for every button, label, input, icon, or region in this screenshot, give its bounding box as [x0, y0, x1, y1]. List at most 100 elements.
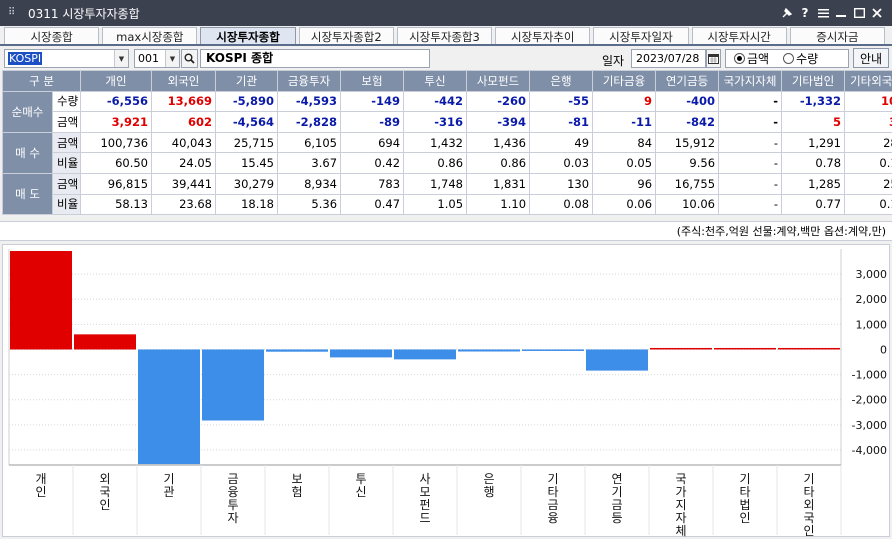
y-tick-label: 0 [880, 343, 887, 356]
x-tick-label: 개인 [35, 472, 46, 499]
tab-market-investor-trend[interactable]: 시장투자추이 [495, 27, 591, 45]
table-row: 매 수 금액 100,736 40,043 25,715 6,105 694 1,432 1,4… [2, 131, 892, 174]
tab-market-funds[interactable]: 증시자금 [789, 27, 885, 45]
bar-보험 [266, 349, 328, 352]
column-header: 투신 [403, 70, 468, 92]
table-cell: - [718, 131, 783, 154]
table-cell: -2,828 [277, 111, 342, 133]
tab-max-market-summary[interactable]: max시장종합 [102, 27, 198, 45]
radio-amount[interactable]: 금액 [734, 50, 769, 67]
x-tick-label: 외국인 [99, 472, 110, 512]
title-bar: ⠿ 0311 시장투자자종합 ? [0, 0, 892, 26]
help-icon[interactable]: ? [796, 4, 814, 22]
table-cell: -842 [655, 111, 720, 133]
chevron-down-icon[interactable]: ▼ [165, 50, 179, 67]
row-sub-label: 수량 [51, 90, 82, 113]
table-header-group: 구 분 [1, 70, 82, 92]
radio-quantity[interactable]: 수량 [783, 50, 818, 67]
bar-기타금융 [522, 349, 584, 351]
maximize-icon[interactable] [850, 4, 868, 22]
table-cell: 0.78 [781, 152, 846, 174]
table-cell: 10.06 [655, 193, 720, 216]
bar-국가지자체 [650, 347, 712, 350]
table-cell: 13,669 [151, 90, 217, 113]
pin-icon[interactable] [778, 4, 796, 22]
tab-market-investor-summary-3[interactable]: 시장투자종합3 [396, 27, 493, 45]
radio-amount-dot [734, 53, 745, 64]
row-sub-label: 금액 [51, 172, 82, 195]
chevron-down-icon[interactable]: ▼ [114, 50, 128, 67]
bar-연기금등 [586, 349, 648, 371]
y-tick-label: 1,000 [856, 318, 888, 331]
amount-quantity-toggle: 금액 수량 [725, 49, 849, 68]
table-cell: 58.13 [80, 193, 153, 216]
app-menu-icon[interactable]: ⠿ [8, 6, 22, 20]
guide-button[interactable]: 안내 [853, 48, 889, 68]
table-cell: - [718, 90, 783, 113]
toolbar: KOSPI ▼ 001 ▼ KOSPI 종합 일자 2023/07/28 금액 … [0, 47, 892, 69]
table-row: 매 도 금액 96,815 39,441 30,279 8,934 783 1,748 1,83… [2, 172, 892, 216]
unit-note: (주식:천주,억원 선물:계약,백만 옵션:계약,만) [0, 221, 892, 241]
date-input[interactable]: 2023/07/28 [631, 49, 706, 68]
y-tick-label: -3,000 [852, 419, 887, 432]
calendar-button[interactable] [706, 49, 721, 68]
table-header-row: 구 분 개인 외국인 기관 금융투자 보험 투신 사모펀드 은행 기타금융 연기… [1, 70, 892, 92]
tab-bar: 시장종합 max시장종합 시장투자종합 시장투자종합2 시장투자종합3 시장투자… [4, 27, 888, 45]
table-cell: -260 [466, 90, 531, 113]
calendar-icon [708, 54, 719, 64]
tab-market-summary[interactable]: 시장종합 [4, 27, 100, 45]
table-cell: - [718, 152, 783, 174]
tab-market-investor-summary-2[interactable]: 시장투자종합2 [298, 27, 394, 45]
search-icon [184, 53, 195, 64]
table-cell: 1,436 [466, 131, 531, 154]
minimize-icon[interactable] [832, 4, 850, 22]
investor-table: 구 분 개인 외국인 기관 금융투자 보험 투신 사모펀드 은행 기타금융 연기… [1, 70, 892, 216]
table-cell: -55 [529, 90, 594, 113]
table-cell: 0.86 [403, 152, 468, 174]
table-cell: 25,715 [215, 131, 279, 154]
table-cell: 250 [844, 172, 892, 195]
table-cell: 0.03 [529, 152, 594, 174]
tab-market-investor-time[interactable]: 시장투자시간 [691, 27, 787, 45]
tab-market-investor-daily[interactable]: 시장투자일자 [593, 27, 689, 45]
row-sub-label: 금액 [51, 131, 82, 154]
net-buy-chart: 3,000 2,000 1,000 0 -1,000 -2,000 -3,000 -4,000… [2, 244, 890, 538]
x-tick-label: 은행 [483, 472, 494, 499]
close-icon[interactable] [868, 4, 886, 22]
table-cell: 3,921 [80, 111, 153, 133]
table-cell: 0.05 [592, 152, 657, 174]
search-button[interactable] [181, 49, 198, 68]
table-cell: 0.42 [340, 152, 405, 174]
table-cell: 109 [844, 90, 892, 113]
code-select[interactable]: 001 ▼ [134, 49, 180, 68]
tab-market-investor-summary[interactable]: 시장투자종합 [200, 27, 296, 45]
legend-swatch [13, 253, 16, 263]
x-tick-label: 기타외국인 [803, 472, 814, 538]
column-header: 연기금등 [655, 70, 720, 92]
row-sub-label: 비율 [51, 193, 82, 216]
bar-기타법인 [714, 347, 776, 350]
window-controls: ? [778, 4, 886, 22]
legend-label: 순매수금액 [19, 252, 70, 265]
x-tick-label: 기관 [163, 472, 174, 499]
table-cell: 0.06 [592, 193, 657, 216]
x-tick-label: 사모펀드 [419, 472, 430, 525]
table-cell: 1,291 [781, 131, 846, 154]
code-select-value: 001 [138, 52, 159, 65]
table-cell: 0.47 [340, 193, 405, 216]
menu-icon[interactable] [814, 4, 832, 22]
table-cell: 3.67 [277, 152, 342, 174]
table-cell: 40,043 [151, 131, 217, 154]
table-cell: -11 [592, 111, 657, 133]
y-tick-label: -2,000 [852, 394, 887, 407]
market-select[interactable]: KOSPI ▼ [4, 49, 129, 68]
row-sub-label: 비율 [51, 152, 82, 174]
table-cell: 9.56 [655, 152, 720, 174]
y-tick-label: -4,000 [852, 444, 887, 457]
column-header: 은행 [529, 70, 594, 92]
table-cell: 49 [529, 131, 594, 154]
column-header: 기타금융 [592, 70, 657, 92]
table-cell: 1,831 [466, 172, 531, 195]
table-cell: 15.45 [215, 152, 279, 174]
table-row: 금액 3,921 602 -4,564 -2,828 -89 -316 -394 -81 -11-… [3, 111, 892, 133]
